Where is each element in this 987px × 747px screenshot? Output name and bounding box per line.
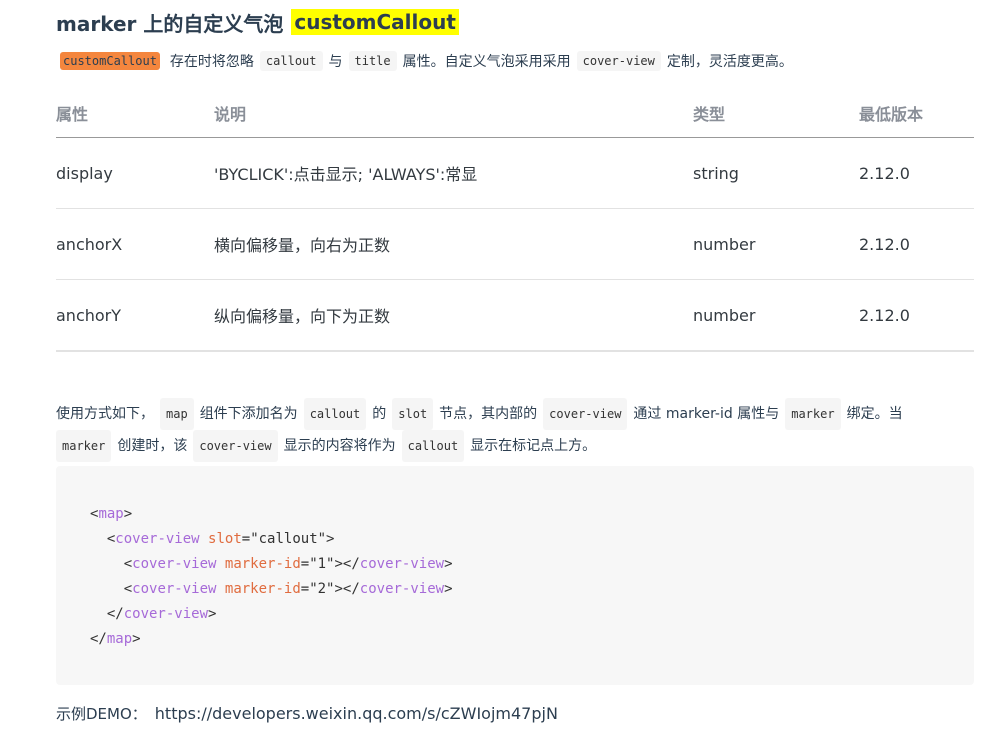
usage-text: 显示的内容将作为 <box>283 438 396 454</box>
inline-code-map: map <box>160 398 194 430</box>
table-row: display 'BYCLICK':点击显示; 'ALWAYS':常显 stri… <box>56 137 974 209</box>
header-property: 属性 <box>56 88 214 138</box>
demo-label: 示例DEMO： <box>56 704 147 723</box>
section-heading: marker 上的自定义气泡 customCallout <box>56 6 459 38</box>
properties-table: 属性 说明 类型 最低版本 display 'BYCLICK':点击显示; 'A… <box>56 88 974 352</box>
code-line-5: </cover-view> <box>106 606 217 622</box>
inline-code-callout: callout <box>401 430 465 462</box>
inline-code-callout: callout <box>303 398 367 430</box>
usage-text: 创建时，该 <box>117 438 188 454</box>
cell-version-link[interactable]: 2.12.0 <box>859 137 974 209</box>
usage-text: 使用方式如下， <box>56 406 154 422</box>
inline-code-cover-view: cover-view <box>543 398 628 430</box>
cell-property: display <box>56 137 214 209</box>
intro-paragraph: customCallout 存在时将忽略 callout 与 title 属性。… <box>56 48 793 74</box>
inline-code-cover-view: cover-view <box>193 430 278 462</box>
cell-description: 横向偏移量，向右为正数 <box>214 208 693 280</box>
usage-line-1: 使用方式如下， map 组件下添加名为 callout 的 slot 节点，其内… <box>56 398 956 430</box>
inline-code-marker: marker <box>785 398 841 430</box>
header-min-version: 最低版本 <box>859 88 974 138</box>
inline-code-marker: marker <box>56 430 112 462</box>
cell-property: anchorX <box>56 208 214 280</box>
heading-highlight: customCallout <box>291 9 459 35</box>
usage-text: 通过 marker-id 属性与 <box>633 406 780 422</box>
inline-code-slot: slot <box>392 398 434 430</box>
usage-text: 的 <box>372 406 387 422</box>
code-block[interactable]: <map> <cover-view slot="callout"> <cover… <box>56 466 974 685</box>
code-line-6: </map> <box>90 631 141 647</box>
inline-code-cover-view: cover-view <box>576 51 661 71</box>
heading-text: marker 上的自定义气泡 <box>56 11 284 36</box>
header-description: 说明 <box>214 88 693 138</box>
usage-paragraph: 使用方式如下， map 组件下添加名为 callout 的 slot 节点，其内… <box>56 398 956 462</box>
inline-code-callout: callout <box>259 51 323 71</box>
usage-text: 节点，其内部的 <box>439 406 538 422</box>
usage-text: 显示在标记点上方。 <box>470 438 597 454</box>
code-line-3: <cover-view marker-id="1"></cover-view> <box>123 556 453 572</box>
table-row: anchorY 纵向偏移量，向下为正数 number 2.12.0 <box>56 279 974 352</box>
cell-type: number <box>693 208 859 280</box>
table-row: anchorX 横向偏移量，向右为正数 number 2.12.0 <box>56 208 974 280</box>
intro-text-2: 与 <box>328 54 343 70</box>
intro-text-4: 定制，灵活度更高。 <box>666 54 793 70</box>
usage-text: 组件下添加名为 <box>199 406 298 422</box>
table-header-row: 属性 说明 类型 最低版本 <box>56 88 974 138</box>
code-line-2: <cover-view slot="callout"> <box>106 531 335 547</box>
cell-version-link[interactable]: 2.12.0 <box>859 208 974 280</box>
code-line-4: <cover-view marker-id="2"></cover-view> <box>123 581 453 597</box>
cell-property: anchorY <box>56 279 214 352</box>
demo-url[interactable]: https://developers.weixin.qq.com/s/cZWIo… <box>155 704 558 723</box>
cell-version-link[interactable]: 2.12.0 <box>859 279 974 352</box>
demo-line: 示例DEMO： https://developers.weixin.qq.com… <box>56 700 558 726</box>
cell-type: string <box>693 137 859 209</box>
intro-text-3: 属性。自定义气泡采用采用 <box>402 54 571 70</box>
cell-description: 'BYCLICK':点击显示; 'ALWAYS':常显 <box>214 137 693 209</box>
inline-code-customcallout: customCallout <box>60 52 160 70</box>
header-type: 类型 <box>693 88 859 138</box>
intro-text-1: 存在时将忽略 <box>169 54 254 70</box>
usage-text: 绑定。当 <box>846 406 903 422</box>
inline-code-title: title <box>348 51 397 71</box>
code-line-1: <map> <box>90 506 133 522</box>
usage-line-2: marker 创建时，该 cover-view 显示的内容将作为 callout… <box>56 430 956 462</box>
cell-type: number <box>693 279 859 352</box>
cell-description: 纵向偏移量，向下为正数 <box>214 279 693 352</box>
